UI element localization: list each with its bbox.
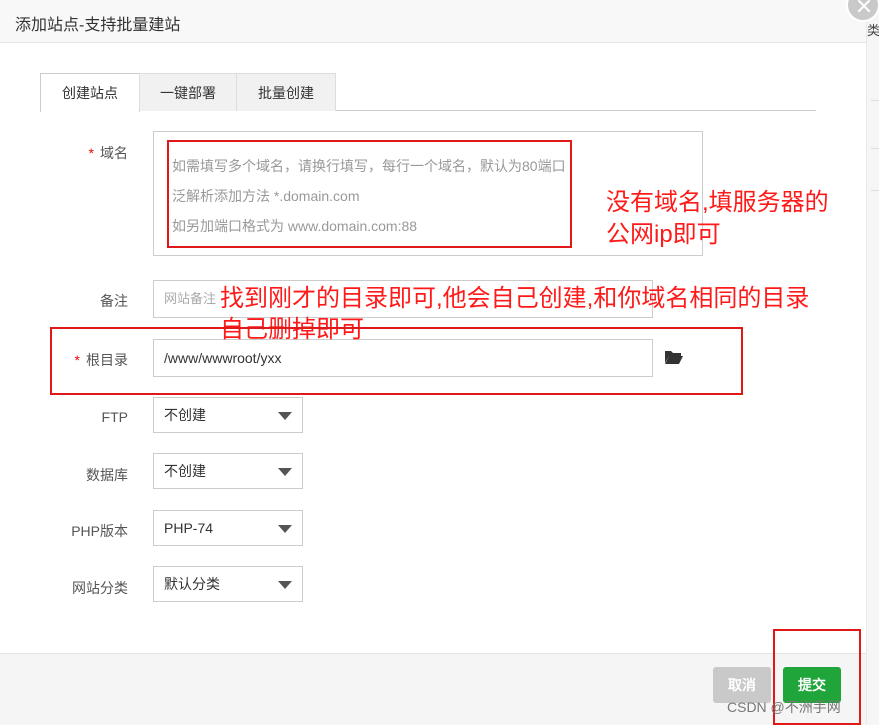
tab-one-click-deploy[interactable]: 一键部署 (139, 73, 237, 111)
ftp-label: FTP (101, 409, 128, 425)
background-text: 类 (867, 23, 879, 38)
tab-create-site[interactable]: 创建站点 (40, 73, 140, 112)
domain-label-text: 域名 (100, 145, 128, 161)
tab-bar: 创建站点 一键部署 批量创建 (40, 73, 816, 112)
watermark: CSDN @不洲手网 (727, 699, 841, 715)
dialog-title: 添加站点-支持批量建站 (15, 17, 181, 34)
annotation-text-domain: 没有域名,填服务器的 (606, 189, 829, 216)
annotation-box-root-dir (50, 327, 743, 395)
database-select[interactable]: 不创建 (153, 453, 303, 489)
divider (871, 148, 879, 149)
ftp-selected-value: 不创建 (164, 407, 206, 423)
dropdown-arrow-icon (278, 525, 292, 533)
divider (871, 100, 879, 101)
dropdown-arrow-icon (278, 412, 292, 420)
ftp-select[interactable]: 不创建 (153, 397, 303, 433)
php-version-label: PHP版本 (71, 523, 128, 539)
site-category-label: 网站分类 (72, 580, 128, 596)
tab-batch-create[interactable]: 批量创建 (236, 73, 336, 111)
database-selected-value: 不创建 (164, 463, 206, 479)
category-selected-value: 默认分类 (164, 576, 220, 592)
remark-label: 备注 (100, 293, 128, 309)
divider (871, 190, 879, 191)
annotation-text-root: 找到刚才的目录即可,他会自己创建,和你域名相同的目录 (220, 285, 810, 312)
php-selected-value: PHP-74 (164, 520, 214, 536)
database-label: 数据库 (86, 467, 128, 483)
dialog-title-bar: 添加站点-支持批量建站 (0, 0, 866, 43)
background-page-strip: 类 (866, 0, 879, 725)
site-category-select[interactable]: 默认分类 (153, 566, 303, 602)
required-mark: * (88, 145, 94, 161)
domain-label: * 域名 (38, 143, 128, 163)
php-version-select[interactable]: PHP-74 (153, 510, 303, 546)
annotation-text-domain: 公网ip即可 (606, 221, 721, 248)
annotation-box-domain (167, 140, 572, 248)
dropdown-arrow-icon (278, 581, 292, 589)
dropdown-arrow-icon (278, 468, 292, 476)
